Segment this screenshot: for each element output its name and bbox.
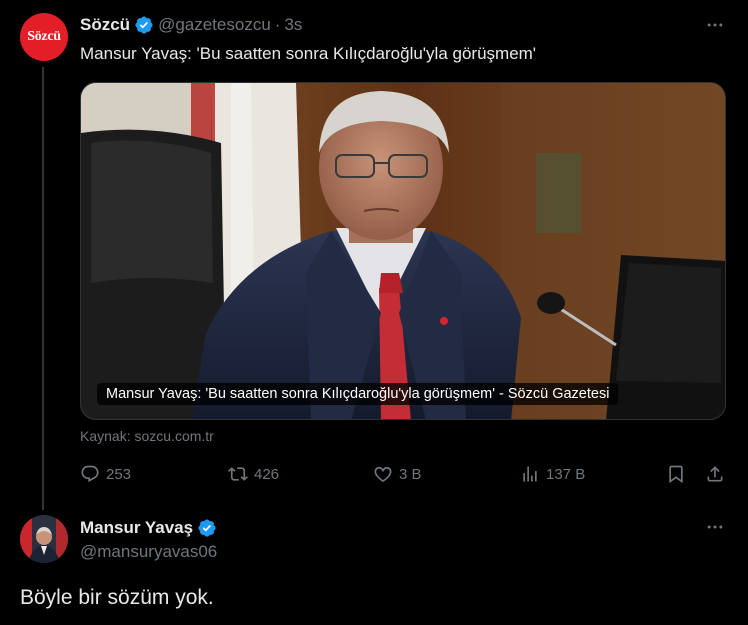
tweet-text: Mansur Yavaş: 'Bu saatten sonra Kılıçdar… xyxy=(80,44,537,63)
media-caption: Mansur Yavaş: 'Bu saatten sonra Kılıçdar… xyxy=(97,383,619,405)
share-button[interactable] xyxy=(705,462,725,486)
verified-badge-icon xyxy=(197,518,217,538)
sozcu-logo-text: Sözcü xyxy=(27,29,61,44)
reply-button[interactable]: 253 xyxy=(80,462,131,486)
views-chart-icon xyxy=(523,466,537,482)
thread-line xyxy=(42,67,44,510)
tweet-sozcu[interactable]: Sözcü Sözcü @gazetesozcu · 3s Mansur Yav… xyxy=(0,0,748,510)
like-button[interactable]: 3 B xyxy=(373,462,422,486)
timeline: Sözcü Sözcü @gazetesozcu · 3s Mansur Yav… xyxy=(0,0,748,625)
repost-button[interactable]: 426 xyxy=(228,462,279,486)
reply-header: Mansur Yavaş xyxy=(80,517,217,539)
tweet-actions: 253 426 3 B 137 B xyxy=(80,462,730,486)
dot-separator: · xyxy=(274,15,281,34)
author-name[interactable]: Sözcü xyxy=(80,15,130,35)
views-count: 137 B xyxy=(546,465,586,483)
bookmark-button[interactable] xyxy=(666,462,686,486)
tweet-time[interactable]: 3s xyxy=(284,15,302,35)
repost-icon xyxy=(228,467,248,481)
link-source[interactable]: Kaynak: sozcu.com.tr xyxy=(80,428,214,444)
more-dots-icon[interactable] xyxy=(704,516,726,538)
views-button[interactable]: 137 B xyxy=(520,462,585,486)
heart-icon xyxy=(374,466,392,482)
avatar-sozcu[interactable]: Sözcü xyxy=(20,13,68,61)
reply-author-handle[interactable]: @mansuryavas06 xyxy=(80,542,217,562)
reply-text: Böyle bir sözüm yok. xyxy=(20,586,214,609)
repost-count: 426 xyxy=(254,465,280,483)
avatar-mansur-yavas[interactable] xyxy=(20,515,68,563)
share-icon xyxy=(707,466,723,482)
avatar-photo xyxy=(20,515,68,563)
bookmark-icon xyxy=(669,465,683,484)
photo-scene xyxy=(81,83,725,419)
more-dots-icon[interactable] xyxy=(704,14,726,36)
author-handle[interactable]: @gazetesozcu xyxy=(158,15,271,35)
tweet-header: Sözcü @gazetesozcu · 3s xyxy=(80,14,302,36)
like-count: 3 B xyxy=(399,465,422,483)
reply-author-name[interactable]: Mansur Yavaş xyxy=(80,518,193,538)
verified-badge-icon xyxy=(134,15,154,35)
link-card-image[interactable]: Mansur Yavaş: 'Bu saatten sonra Kılıçdar… xyxy=(80,82,726,420)
reply-count: 253 xyxy=(106,465,132,483)
reply-icon xyxy=(81,465,99,483)
